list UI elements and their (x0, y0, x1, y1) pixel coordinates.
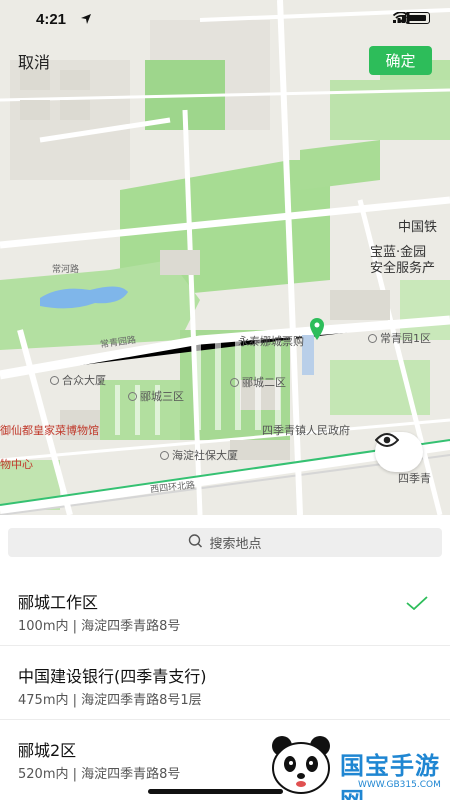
map-label-yicheng2-text: 郦城二区 (242, 376, 286, 389)
map-label-museum: 御仙都皇家菜博物馆 (0, 424, 99, 437)
map-label-gov: 四季青镇人民政府 (262, 424, 350, 437)
poi-icon (230, 378, 239, 387)
checkmark-icon (406, 596, 428, 615)
status-bar: 4:21 (0, 0, 450, 40)
poi-icon (50, 376, 59, 385)
map-label-yicheng2: 郦城二区 (230, 374, 286, 390)
poi-icon (160, 451, 169, 460)
list-item[interactable]: 郦城工作区 100m内 | 海淀四季青路8号 (0, 572, 450, 646)
item-name: 中国建设银行(四季青支行) (18, 667, 207, 686)
map-label-haidian: 海淀社保大厦 (160, 447, 238, 463)
map-label-hezhong-text: 合众大厦 (62, 374, 106, 387)
map-label-siji: 四季青 (398, 472, 431, 485)
poi-icon (368, 334, 377, 343)
watermark-brand: 国宝手游网 (340, 752, 440, 800)
search-placeholder: 搜索地点 (209, 537, 262, 552)
poi-icon (128, 392, 137, 401)
watermark: 国宝手游网 WWW.GB315.COM (262, 728, 450, 800)
map-label-center: 物中心 (0, 458, 33, 471)
item-address: 520m内 | 海淀四季青路8号 (18, 767, 181, 782)
item-address: 100m内 | 海淀四季青路8号 (18, 619, 181, 634)
map-label-baolan2: 安全服务产 (370, 261, 436, 276)
map-label-hezhong: 合众大厦 (50, 372, 106, 388)
battery-icon (405, 12, 430, 24)
map-label-station: 中国铁 (398, 220, 438, 235)
map-view[interactable]: 中国铁 宝蓝·金园 安全服务产 常青园路 常河路 永泰娜城票购 常青园1区 合众… (0, 0, 450, 515)
item-address: 475m内 | 海淀四季青路8号1层 (18, 693, 202, 708)
map-label-yicheng3-text: 郦城三区 (140, 390, 184, 403)
home-indicator[interactable] (148, 789, 283, 794)
map-label-yicheng3: 郦城三区 (128, 388, 184, 404)
confirm-button[interactable]: 确定 (369, 46, 432, 75)
watermark-url: WWW.GB315.COM (358, 780, 441, 790)
cancel-button[interactable]: 取消 (18, 49, 50, 73)
status-time: 4:21 (36, 11, 67, 28)
item-name: 郦城2区 (18, 741, 77, 760)
search-section: 搜索地点 (0, 515, 450, 572)
item-name: 郦城工作区 (18, 593, 99, 612)
map-label-yongji: 永泰娜城票购 (238, 335, 304, 348)
search-chat-icon (188, 533, 203, 552)
list-item[interactable]: 中国建设银行(四季青支行) 475m内 | 海淀四季青路8号1层 (0, 646, 450, 720)
map-label-road-changhe: 常河路 (52, 265, 80, 275)
search-input[interactable]: 搜索地点 (8, 528, 442, 557)
view-toggle-button[interactable] (375, 432, 423, 472)
status-icons (393, 12, 430, 24)
map-label-changqing1: 常青园1区 (368, 330, 431, 346)
map-label-changqing1-text: 常青园1区 (380, 332, 431, 345)
map-label-haidian-text: 海淀社保大厦 (172, 449, 238, 462)
